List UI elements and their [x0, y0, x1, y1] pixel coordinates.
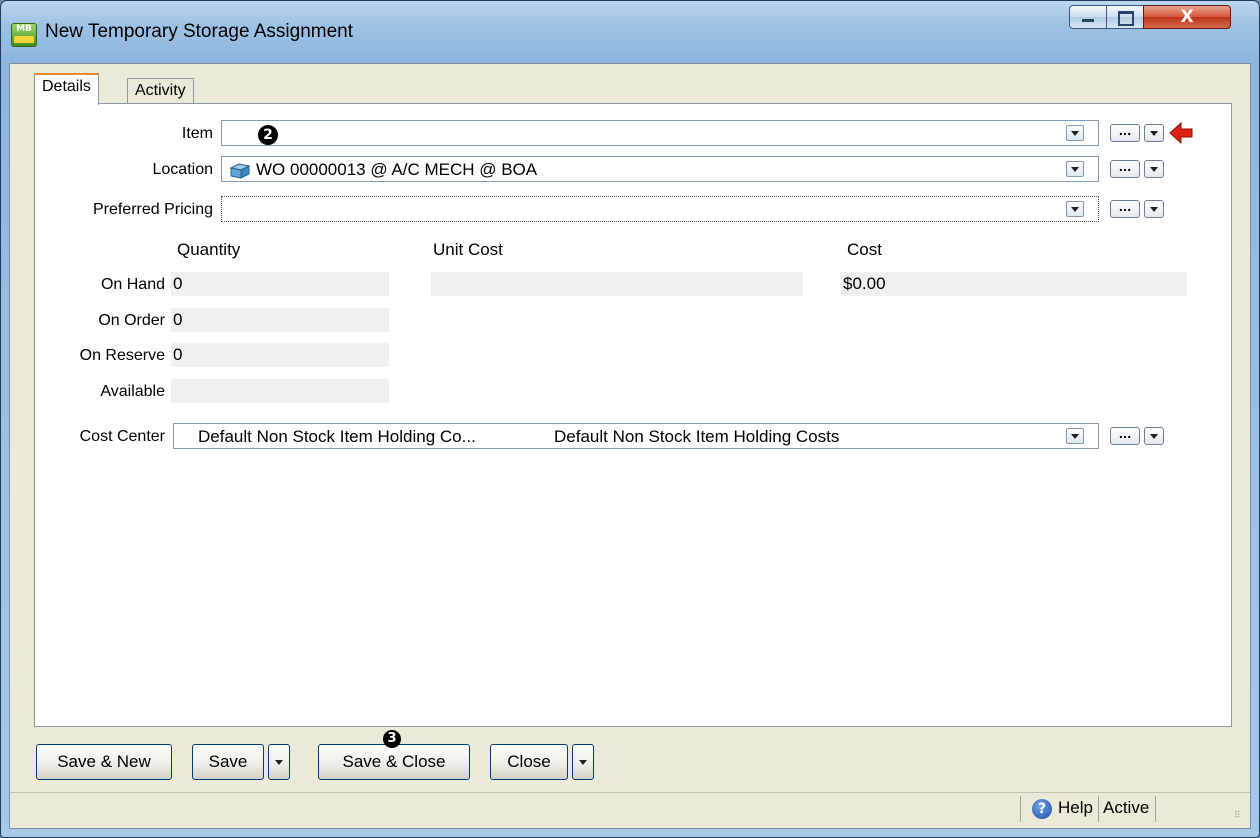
location-browse-button[interactable]: ... — [1110, 160, 1140, 178]
location-dropdown-button[interactable] — [1066, 161, 1084, 177]
tab-activity[interactable]: Activity — [127, 78, 194, 105]
cost-header: Cost — [847, 240, 882, 259]
status-state: Active — [1103, 798, 1150, 817]
tab-details[interactable]: Details — [34, 73, 99, 105]
location-value: WO 00000013 @ A/C MECH @ BOA — [256, 160, 538, 179]
button-bar: Save & New Save Save & Close Close — [36, 744, 636, 782]
location-options-dropdown[interactable] — [1144, 160, 1164, 178]
cost-center-combo[interactable]: Default Non Stock Item Holding Co... Def… — [173, 423, 1099, 449]
help-icon[interactable]: ? — [1032, 799, 1052, 819]
close-window-button[interactable]: X — [1143, 5, 1231, 29]
step-marker-2: 2 — [258, 125, 278, 145]
item-combo[interactable] — [221, 120, 1099, 146]
preferred-pricing-combo[interactable] — [221, 196, 1099, 222]
location-combo[interactable]: WO 00000013 @ A/C MECH @ BOA — [221, 156, 1099, 182]
maximize-icon — [1118, 11, 1134, 26]
details-panel: Item ... 2 Location WO 00000013 @ A/C ME… — [34, 103, 1232, 727]
on-hand-quantity: 0 — [171, 272, 389, 296]
close-button[interactable]: Close — [490, 744, 568, 780]
on-reserve-label: On Reserve — [79, 347, 165, 364]
minimize-button[interactable] — [1069, 5, 1107, 29]
cost-center-dropdown-button[interactable] — [1066, 428, 1084, 444]
client-area: Details Activity Item ... 2 Location WO … — [9, 63, 1251, 829]
on-order-label: On Order — [98, 312, 165, 329]
on-hand-cost: $0.00 — [841, 272, 1187, 296]
location-icon — [229, 163, 251, 179]
unit-cost-header: Unit Cost — [433, 240, 503, 259]
available-label: Available — [100, 383, 165, 400]
on-hand-label: On Hand — [100, 276, 165, 293]
status-bar: ? Help Active ⠿ — [10, 792, 1250, 827]
on-order-quantity: 0 — [171, 308, 389, 332]
preferred-pricing-dropdown-button[interactable] — [1066, 201, 1084, 217]
cost-center-code: Default Non Stock Item Holding Co... — [198, 427, 476, 446]
close-icon: X — [1180, 7, 1194, 27]
save-new-button[interactable]: Save & New — [36, 744, 172, 780]
cost-center-description: Default Non Stock Item Holding Costs — [554, 427, 840, 446]
cost-center-browse-button[interactable]: ... — [1110, 427, 1140, 445]
preferred-pricing-options-dropdown[interactable] — [1144, 200, 1164, 218]
minimize-icon — [1082, 19, 1094, 22]
item-dropdown-button[interactable] — [1066, 125, 1084, 141]
status-separator — [1020, 796, 1021, 822]
save-close-button[interactable]: Save & Close — [318, 744, 470, 780]
title-bar[interactable]: MB New Temporary Storage Assignment X — [1, 1, 1259, 63]
on-hand-unit-cost — [431, 272, 803, 296]
window-title: New Temporary Storage Assignment — [45, 21, 354, 42]
app-icon: MB — [11, 23, 37, 47]
window: MB New Temporary Storage Assignment X De… — [0, 0, 1260, 838]
status-separator — [1155, 796, 1156, 822]
item-label: Item — [181, 125, 213, 142]
preferred-pricing-browse-button[interactable]: ... — [1110, 200, 1140, 218]
resize-grip[interactable]: ⠿ — [1234, 811, 1246, 823]
on-reserve-quantity: 0 — [171, 343, 389, 367]
close-options-dropdown[interactable] — [572, 744, 594, 780]
step-marker-3: 3 — [383, 730, 401, 748]
save-button[interactable]: Save — [192, 744, 264, 780]
quantity-header: Quantity — [177, 240, 241, 259]
cost-center-options-dropdown[interactable] — [1144, 427, 1164, 445]
save-options-dropdown[interactable] — [268, 744, 290, 780]
maximize-button[interactable] — [1106, 5, 1144, 29]
location-label: Location — [152, 161, 214, 178]
item-options-dropdown[interactable] — [1144, 124, 1164, 142]
status-help[interactable]: Help — [1058, 798, 1093, 818]
item-browse-button[interactable]: ... — [1110, 124, 1140, 142]
available-quantity — [171, 379, 389, 403]
cost-center-label: Cost Center — [79, 428, 165, 445]
preferred-pricing-label: Preferred Pricing — [92, 201, 213, 218]
red-arrow-icon — [1169, 121, 1193, 145]
status-separator — [1098, 796, 1099, 822]
